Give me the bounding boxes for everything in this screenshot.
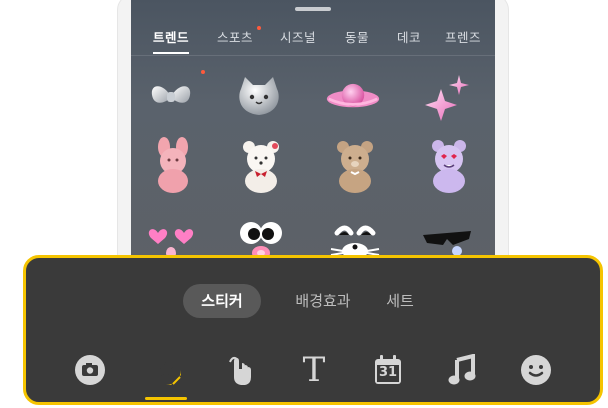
white-bear-sticker-icon[interactable] [233, 140, 289, 193]
tabs-divider [131, 55, 495, 56]
tab-friends[interactable]: 프렌즈 [445, 27, 481, 46]
tab-seasonal[interactable]: 시즈널 [280, 27, 316, 46]
text-T-icon[interactable]: T [294, 350, 334, 390]
tab-set[interactable]: 세트 [376, 284, 424, 318]
purple-fluffy-monster-sticker-icon[interactable] [421, 140, 477, 193]
bottom-toolbar: 스티커 배경효과 세트 T 31 [23, 255, 603, 405]
active-tool-indicator [145, 397, 187, 400]
bow-sticker-icon[interactable] [143, 72, 199, 122]
tab-sticker[interactable]: 스티커 [183, 284, 261, 318]
brown-bear-sticker-icon[interactable] [327, 140, 383, 193]
sparkle-stars-sticker-icon[interactable] [419, 72, 475, 122]
calendar-icon[interactable]: 31 [368, 350, 408, 390]
tab-trend[interactable]: 트렌드 [153, 27, 190, 54]
sticker-new-dot [201, 70, 205, 74]
sticker-panel: 트렌드 스포츠 시즈널 동물 데코 프렌즈 [131, 0, 495, 262]
pink-fluffy-bunny-sticker-icon[interactable] [145, 137, 201, 193]
new-badge-dot [257, 26, 261, 30]
silver-cat-sticker-icon[interactable] [231, 72, 287, 122]
calendar-date-label: 31 [378, 365, 398, 380]
tab-sports[interactable]: 스포츠 [217, 27, 253, 46]
tab-deco[interactable]: 데코 [397, 27, 421, 46]
tab-background-effect[interactable]: 배경효과 [278, 284, 368, 318]
drag-handle[interactable] [295, 7, 331, 11]
music-note-icon[interactable] [442, 350, 482, 390]
pink-planet-sticker-icon[interactable] [325, 72, 381, 122]
sticker-category-tabs: 트렌드 스포츠 시즈널 동물 데코 프렌즈 [131, 24, 495, 54]
camera-icon[interactable] [70, 350, 110, 390]
sticker-star-icon[interactable] [146, 350, 186, 390]
tap-hand-icon[interactable] [219, 350, 259, 390]
smiley-icon[interactable] [516, 350, 556, 390]
tab-animals[interactable]: 동물 [345, 27, 369, 46]
